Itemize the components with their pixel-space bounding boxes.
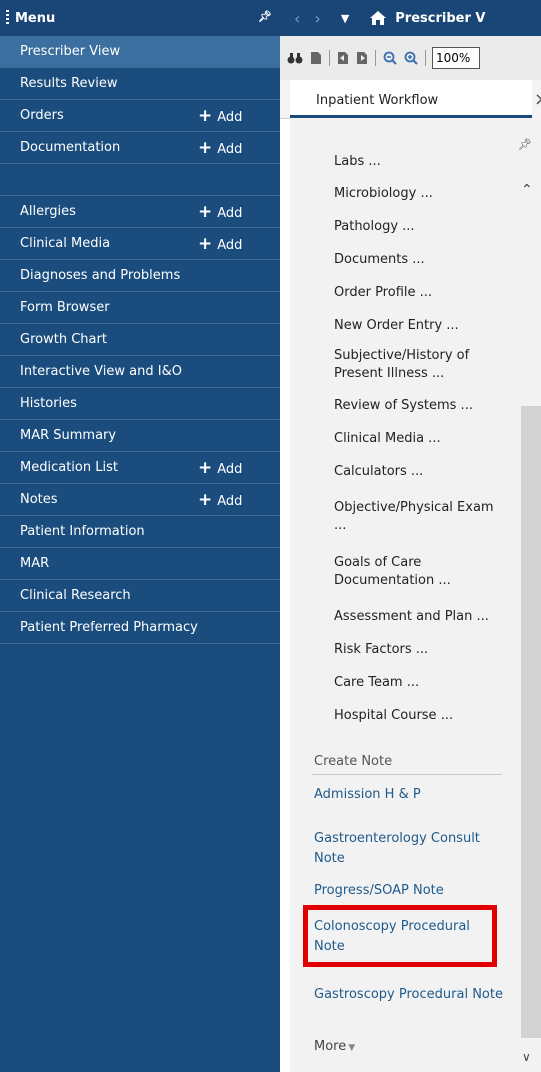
scroll-up-icon[interactable]: ⌃ xyxy=(521,182,533,198)
chevron-down-icon: ▼ xyxy=(348,1043,356,1053)
menu-item-clinical-media[interactable]: Clinical Media + Add xyxy=(0,228,280,260)
workflow-link-labs[interactable]: Labs ... xyxy=(334,153,509,171)
toolbar-separator xyxy=(425,50,426,66)
plus-icon: + xyxy=(198,490,213,510)
scrollbar-thumb[interactable] xyxy=(521,406,541,1038)
menu-item-interactive-view[interactable]: Interactive View and I&O xyxy=(0,356,280,388)
add-clinical-media-button[interactable]: + Add xyxy=(198,228,242,262)
add-documentation-button[interactable]: + Add xyxy=(198,132,242,166)
workflow-link-objective-exam[interactable]: Objective/Physical Exam ... xyxy=(334,499,509,535)
add-notes-button[interactable]: + Add xyxy=(198,484,242,518)
pin-icon[interactable]: 📌︎ xyxy=(518,138,532,151)
note-link-gi-consult[interactable]: Gastroenterology Consult Note xyxy=(314,829,504,869)
workflow-link-microbiology[interactable]: Microbiology ... xyxy=(334,185,509,203)
more-dropdown[interactable]: More ▼ xyxy=(314,1039,355,1054)
menu-item-histories[interactable]: Histories xyxy=(0,388,280,420)
add-orders-button[interactable]: + Add xyxy=(198,100,242,134)
plus-icon: + xyxy=(198,138,213,158)
menu-item-patient-information[interactable]: Patient Information xyxy=(0,516,280,548)
pin-icon[interactable]: 📌︎ xyxy=(258,10,272,23)
create-note-label: Create Note xyxy=(314,754,393,769)
workflow-link-risk-factors[interactable]: Risk Factors ... xyxy=(334,641,509,659)
plus-icon: + xyxy=(198,202,213,222)
add-medication-list-button[interactable]: + Add xyxy=(198,452,242,486)
workflow-link-hospital-course[interactable]: Hospital Course ... xyxy=(334,707,509,725)
menu-item-mar[interactable]: MAR xyxy=(0,548,280,580)
menu-item-clinical-research[interactable]: Clinical Research xyxy=(0,580,280,612)
workflow-link-review-of-systems[interactable]: Review of Systems ... xyxy=(334,397,509,415)
close-icon[interactable]: × xyxy=(534,89,541,110)
menu-item-allergies[interactable]: Allergies + Add xyxy=(0,196,280,228)
grip-icon[interactable] xyxy=(6,10,9,26)
menu-item-results-review[interactable]: Results Review xyxy=(0,68,280,100)
plus-icon: + xyxy=(198,106,213,126)
page-forward-icon[interactable] xyxy=(356,51,368,65)
menu-item-mar-summary[interactable]: MAR Summary xyxy=(0,420,280,452)
zoom-level-field[interactable]: 100% xyxy=(432,47,480,69)
note-link-admission-hp[interactable]: Admission H & P xyxy=(314,785,504,805)
menu-item-orders[interactable]: Orders + Add xyxy=(0,100,280,132)
workflow-link-care-team[interactable]: Care Team ... xyxy=(334,674,509,692)
workflow-link-goals-of-care[interactable]: Goals of Care Documentation ... xyxy=(334,554,509,590)
menu-header: Menu 📌︎ xyxy=(0,0,280,36)
workflow-link-order-profile[interactable]: Order Profile ... xyxy=(334,284,509,302)
menu-item-patient-preferred-pharmacy[interactable]: Patient Preferred Pharmacy xyxy=(0,612,280,644)
menu-item-growth-chart[interactable]: Growth Chart xyxy=(0,324,280,356)
menu-spacer xyxy=(0,164,280,196)
menu-item-form-browser[interactable]: Form Browser xyxy=(0,292,280,324)
workflow-link-pathology[interactable]: Pathology ... xyxy=(334,218,509,236)
add-allergies-button[interactable]: + Add xyxy=(198,196,242,230)
menu-item-notes[interactable]: Notes + Add xyxy=(0,484,280,516)
workflow-link-clinical-media[interactable]: Clinical Media ... xyxy=(334,430,509,448)
note-link-progress-soap[interactable]: Progress/SOAP Note xyxy=(314,881,504,901)
document-icon[interactable] xyxy=(310,51,322,65)
tab-row: Inpatient Workflow × xyxy=(280,80,541,119)
menu-panel: Menu 📌︎ Prescriber View Results Review O… xyxy=(0,0,280,1072)
plus-icon: + xyxy=(198,234,213,254)
zoom-in-icon[interactable] xyxy=(404,51,418,65)
workflow-link-new-order-entry[interactable]: New Order Entry ... xyxy=(334,317,509,335)
menu-item-diagnoses-and-problems[interactable]: Diagnoses and Problems xyxy=(0,260,280,292)
workflow-link-assessment-plan[interactable]: Assessment and Plan ... xyxy=(334,608,509,626)
menu-item-medication-list[interactable]: Medication List + Add xyxy=(0,452,280,484)
workflow-link-documents[interactable]: Documents ... xyxy=(334,251,509,269)
workflow-link-calculators[interactable]: Calculators ... xyxy=(334,463,509,481)
zoom-out-icon[interactable] xyxy=(383,51,397,65)
toolbar: 100% xyxy=(280,36,541,80)
note-link-gastroscopy-procedural[interactable]: Gastroscopy Procedural Note xyxy=(314,985,504,1005)
workflow-content: 📌︎ ⌃ ∨ Labs ... Microbiology ... Patholo… xyxy=(290,118,541,1072)
page-back-icon[interactable] xyxy=(337,51,349,65)
menu-item-prescriber-view[interactable]: Prescriber View xyxy=(0,36,280,68)
menu-item-documentation[interactable]: Documentation + Add xyxy=(0,132,280,164)
tab-inpatient-workflow[interactable]: Inpatient Workflow × xyxy=(290,80,541,118)
forward-icon[interactable]: › xyxy=(314,9,320,28)
tab-label: Inpatient Workflow xyxy=(316,93,439,108)
nav-bar: ‹ › ▼ Prescriber V xyxy=(280,0,541,36)
toolbar-separator xyxy=(375,50,376,66)
binoculars-icon[interactable] xyxy=(287,51,303,65)
plus-icon: + xyxy=(198,458,213,478)
scroll-down-icon[interactable]: ∨ xyxy=(522,1050,531,1064)
back-icon[interactable]: ‹ xyxy=(294,9,300,28)
toolbar-separator xyxy=(329,50,330,66)
page-title: Prescriber V xyxy=(395,10,486,26)
menu-title: Menu xyxy=(15,10,56,26)
workflow-link-subjective-history[interactable]: Subjective/History of Present Illness ..… xyxy=(334,347,509,383)
highlight-box xyxy=(303,905,497,967)
home-icon[interactable] xyxy=(369,9,387,27)
dropdown-icon[interactable]: ▼ xyxy=(341,12,349,25)
divider xyxy=(312,774,502,775)
